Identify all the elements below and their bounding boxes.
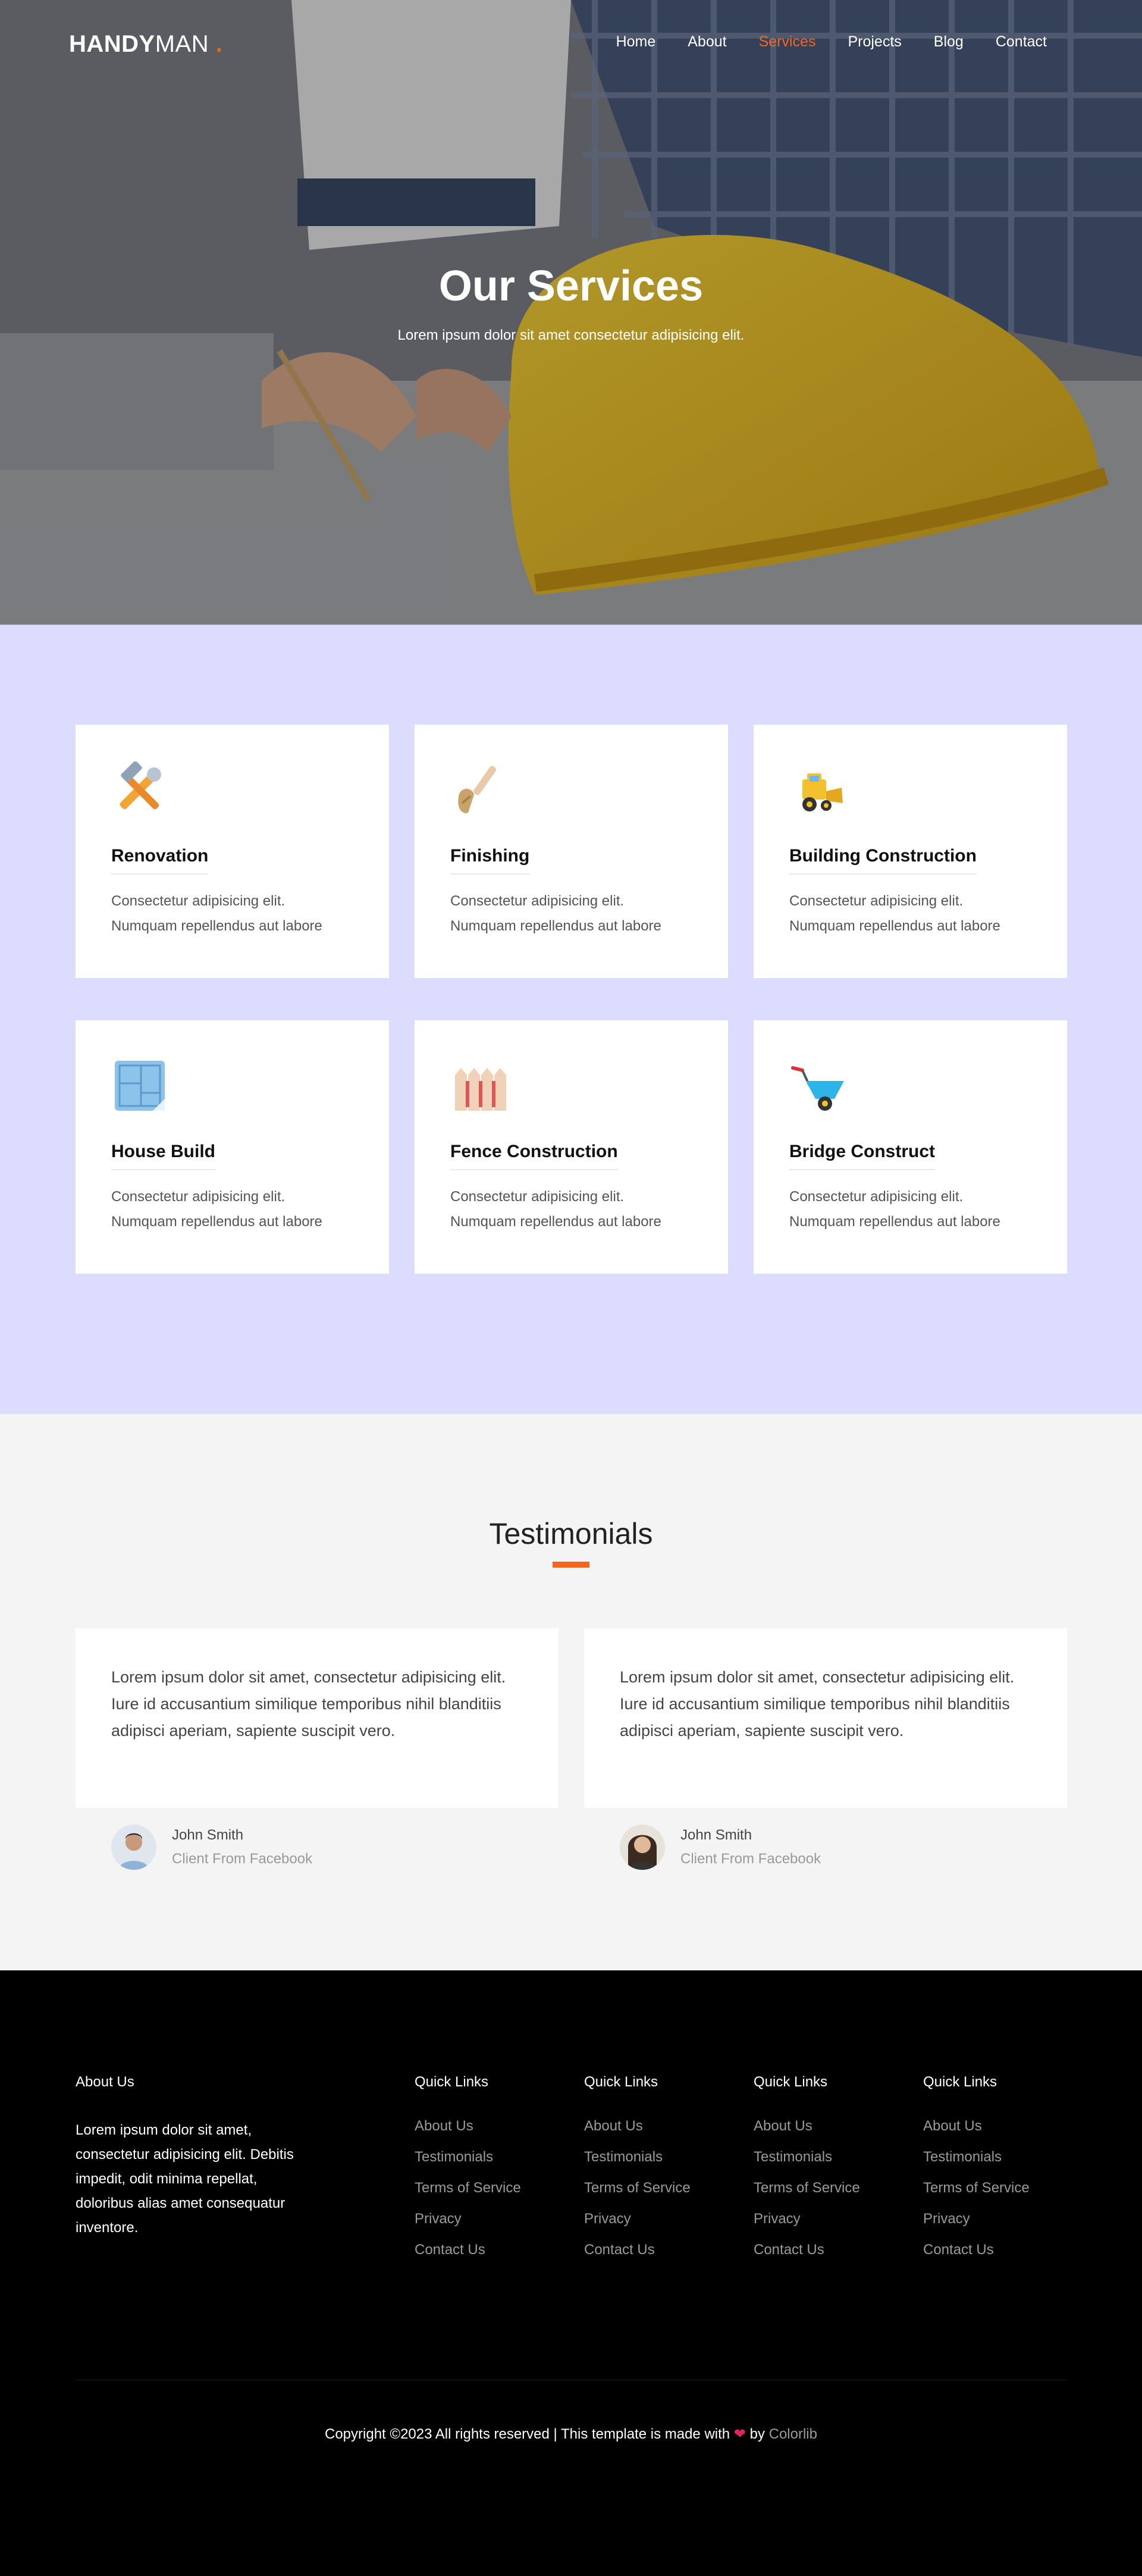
site-footer: About Us Lorem ipsum dolor sit amet, con… [0,1970,1142,2576]
author-source: Client From Facebook [680,1851,821,1867]
service-title: Fence Construction [450,1142,618,1170]
service-card-house-build[interactable]: House Build Consectetur adipisicing elit… [76,1020,389,1274]
heart-icon: ❤ [733,2426,746,2442]
service-title: Finishing [450,846,530,875]
copyright-by: by [749,2426,765,2442]
bulldozer-icon [802,773,843,811]
copyright-text: Copyright ©2023 All rights reserved | Th… [325,2426,730,2442]
testimonial-quote: Lorem ipsum dolor sit amet, consectetur … [620,1668,1015,1740]
top-navigation: HANDYMAN . Home About Services Projects … [0,0,1142,89]
footer-link-testimonials[interactable]: Testimonials [923,2149,1030,2166]
avatar [620,1825,665,1870]
service-description: Consectetur adipisicing elit. Numquam re… [450,893,661,934]
footer-link-testimonials[interactable]: Testimonials [584,2149,691,2166]
service-card-bridge-construct[interactable]: Bridge Construct Consectetur adipisicing… [754,1020,1067,1274]
nav-link-contact[interactable]: Contact [996,33,1047,51]
service-description: Consectetur adipisicing elit. Numquam re… [450,1189,661,1230]
service-title: Bridge Construct [789,1142,936,1170]
footer-link-contact-us[interactable]: Contact Us [584,2242,691,2258]
logo-bold-text: HANDY [69,31,155,57]
tools-icon [120,761,161,810]
logo-light-text: MAN [155,31,209,57]
testimonial-author: John Smith Client From Facebook [111,1825,312,1870]
footer-about-title: About Us [76,2074,134,2090]
author-name: John Smith [680,1827,752,1843]
testimonial-quote: Lorem ipsum dolor sit amet, consectetur … [111,1668,506,1740]
service-title: Renovation [111,846,209,875]
testimonials-title: Testimonials [489,1517,653,1550]
footer-link-privacy[interactable]: Privacy [415,2211,521,2227]
footer-link-privacy[interactable]: Privacy [754,2211,860,2227]
footer-quick-links: Quick Links About Us Testimonials Terms … [754,2074,860,2273]
testimonial-author: John Smith Client From Facebook [620,1825,821,1870]
nav-link-projects[interactable]: Projects [848,33,901,51]
wheelbarrow-icon [791,1066,844,1111]
nav-link-about[interactable]: About [688,33,726,51]
author-name: John Smith [172,1827,244,1843]
service-card-finishing[interactable]: Finishing Consectetur adipisicing elit. … [415,725,728,978]
footer-link-privacy[interactable]: Privacy [584,2211,691,2227]
nav-link-home[interactable]: Home [616,33,656,51]
service-description: Consectetur adipisicing elit. Numquam re… [789,1189,1000,1230]
footer-link-testimonials[interactable]: Testimonials [754,2149,860,2166]
footer-link-about-us[interactable]: About Us [754,2118,860,2135]
footer-link-contact-us[interactable]: Contact Us [923,2242,1030,2258]
footer-quick-links: Quick Links About Us Testimonials Terms … [584,2074,691,2273]
nav-link-services[interactable]: Services [759,33,816,51]
title-underline-accent [553,1562,589,1568]
colorlib-link[interactable]: Colorlib [769,2426,817,2442]
service-description: Consectetur adipisicing elit. Numquam re… [111,893,322,934]
fence-icon [455,1068,506,1111]
footer-links-title: Quick Links [584,2074,658,2090]
footer-link-terms[interactable]: Terms of Service [415,2180,521,2196]
logo-dot: . [215,31,223,57]
service-card-renovation[interactable]: Renovation Consectetur adipisicing elit.… [76,725,389,978]
footer-link-about-us[interactable]: About Us [923,2118,1030,2135]
shovel-icon [458,766,497,813]
footer-link-terms[interactable]: Terms of Service [923,2180,1030,2196]
service-description: Consectetur adipisicing elit. Numquam re… [111,1189,322,1230]
footer-link-privacy[interactable]: Privacy [923,2211,1030,2227]
nav-link-blog[interactable]: Blog [934,33,964,51]
footer-quick-links: Quick Links About Us Testimonials Terms … [923,2074,1030,2273]
service-description: Consectetur adipisicing elit. Numquam re… [789,893,1000,934]
service-title: Building Construction [789,846,977,875]
copyright-line: Copyright ©2023 All rights reserved | Th… [0,2425,1142,2443]
testimonials-section: Testimonials Lorem ipsum dolor sit amet,… [0,1414,1142,1970]
avatar [111,1825,156,1870]
service-title: House Build [111,1142,216,1170]
footer-link-contact-us[interactable]: Contact Us [754,2242,860,2258]
nav-menu: Home About Services Projects Blog Contac… [584,33,1047,51]
footer-link-about-us[interactable]: About Us [584,2118,691,2135]
footer-links-title: Quick Links [754,2074,828,2090]
footer-links-title: Quick Links [923,2074,997,2090]
hero-content: Our Services Lorem ipsum dolor sit amet … [0,262,1142,344]
service-card-building-construction[interactable]: Building Construction Consectetur adipis… [754,725,1067,978]
footer-links-title: Quick Links [415,2074,489,2090]
services-section: Renovation Consectetur adipisicing elit.… [0,625,1142,1414]
footer-link-terms[interactable]: Terms of Service [754,2180,860,2196]
testimonial-card: Lorem ipsum dolor sit amet, consectetur … [584,1628,1067,1808]
footer-quick-links: Quick Links About Us Testimonials Terms … [415,2074,521,2273]
footer-link-terms[interactable]: Terms of Service [584,2180,691,2196]
footer-about: About Us Lorem ipsum dolor sit amet, con… [76,2074,313,2240]
footer-link-about-us[interactable]: About Us [415,2118,521,2135]
testimonial-card: Lorem ipsum dolor sit amet, consectetur … [76,1628,559,1808]
footer-about-text: Lorem ipsum dolor sit amet, consectetur … [76,2122,294,2236]
page-title: Our Services [438,262,704,310]
author-source: Client From Facebook [172,1851,313,1867]
footer-link-testimonials[interactable]: Testimonials [415,2149,521,2166]
blueprint-icon [115,1061,165,1111]
service-card-fence-construction[interactable]: Fence Construction Consectetur adipisici… [415,1020,728,1274]
hero-subtitle: Lorem ipsum dolor sit amet consectetur a… [397,327,745,343]
hero-section: HANDYMAN . Home About Services Projects … [0,0,1142,625]
site-logo[interactable]: HANDYMAN . [69,31,222,58]
footer-link-contact-us[interactable]: Contact Us [415,2242,521,2258]
